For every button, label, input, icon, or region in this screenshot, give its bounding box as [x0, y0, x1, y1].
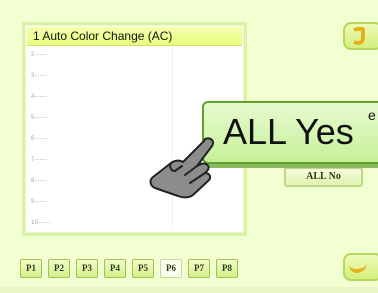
list-item-4[interactable]: 4----- — [31, 91, 181, 103]
tab-p6[interactable]: P6 — [160, 259, 182, 278]
tab-p5[interactable]: P5 — [132, 259, 154, 278]
list-header[interactable]: 1 Auto Color Change (AC) — [27, 27, 242, 46]
tab-p1[interactable]: P1 — [20, 259, 42, 278]
all-no-button[interactable]: ALL No — [284, 167, 363, 187]
tab-p2[interactable]: P2 — [48, 259, 70, 278]
tab-p3[interactable]: P3 — [76, 259, 98, 278]
hand-pointer-icon — [149, 137, 215, 199]
all-yes-label: ALL Yes — [223, 111, 354, 152]
tab-p4[interactable]: P4 — [104, 259, 126, 278]
tab-p8[interactable]: P8 — [216, 259, 238, 278]
tab-p7[interactable]: P7 — [188, 259, 210, 278]
list-item-10[interactable]: 10----- — [31, 217, 181, 229]
top-strip — [0, 0, 378, 10]
list-item-5[interactable]: 5----- — [31, 112, 181, 124]
list-item-3[interactable]: 3----- — [31, 70, 181, 82]
all-yes-superscript: e — [368, 107, 376, 123]
undo-icon — [351, 27, 365, 45]
undo-button[interactable] — [343, 22, 378, 50]
return-icon — [349, 261, 367, 273]
bottom-strip — [0, 287, 378, 293]
return-button[interactable] — [343, 253, 378, 281]
screen: 1 Auto Color Change (AC) 2----- 3----- 4… — [0, 0, 378, 293]
list-item-2[interactable]: 2----- — [31, 49, 181, 61]
all-yes-button[interactable]: ALL Yes e — [202, 101, 378, 164]
